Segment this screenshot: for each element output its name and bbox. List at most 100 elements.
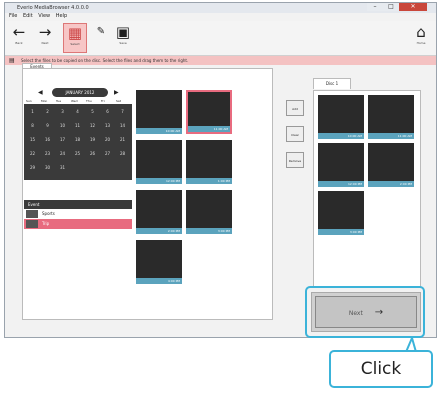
calendar-day[interactable]: 10 [56, 121, 69, 131]
tab-disc[interactable]: Disc 1 [313, 78, 351, 89]
menu-file[interactable]: File [9, 13, 17, 19]
video-thumbnail[interactable]: 11:00 AM [186, 90, 232, 134]
calendar-day[interactable]: 11 [71, 121, 84, 131]
click-callout: Click [329, 350, 433, 388]
menu-help[interactable]: Help [56, 13, 67, 19]
calendar-day[interactable]: 8 [26, 121, 39, 131]
remove-button[interactable]: Remove [286, 152, 304, 168]
video-thumbnail[interactable]: 12:00 PM [136, 140, 182, 184]
weekday: Wed [71, 99, 78, 103]
close-button[interactable]: ✕ [399, 3, 427, 11]
prev-month-button[interactable]: ◀ [38, 89, 43, 96]
calendar-day[interactable]: 5 [86, 107, 99, 117]
event-thumbnail [26, 220, 38, 228]
disc-panel: 10:00 AM 11:00 AM 12:00 PM 2:00 PM 3:00 … [313, 90, 421, 288]
video-thumbnail[interactable]: 4:00 PM [136, 240, 182, 284]
home-button[interactable]: ⌂ Home [409, 23, 433, 53]
transfer-controls: Add Clear Remove [286, 100, 304, 180]
calendar-header: ◀ JANUARY 2012 ▶ [24, 86, 132, 100]
calendar-day[interactable]: 19 [86, 135, 99, 145]
back-button[interactable]: ← Back [7, 23, 31, 53]
event-list-header: Event [24, 200, 132, 209]
calendar-day[interactable]: 24 [56, 149, 69, 159]
thumbnail-grid: 10:00 AM 11:00 AM 12:00 PM 1:00 PM 2:00 … [134, 86, 264, 318]
info-icon: ▤ [9, 57, 15, 64]
video-thumbnail[interactable]: 3:00 PM [186, 190, 232, 234]
calendar-day[interactable]: 15 [26, 135, 39, 145]
next-month-button[interactable]: ▶ [114, 89, 119, 96]
calendar-day[interactable]: 6 [101, 107, 114, 117]
event-list: Event Sports Trip [24, 200, 132, 314]
calendar-day[interactable]: 13 [101, 121, 114, 131]
calendar-day[interactable]: 14 [116, 121, 129, 131]
thumbnail-time: 4:00 PM [136, 278, 182, 284]
maximize-button[interactable]: □ [383, 3, 399, 11]
title-bar: Everio MediaBrowser 4.0.0.0 – □ ✕ [5, 3, 436, 13]
menu-view[interactable]: View [38, 13, 50, 19]
video-thumbnail[interactable]: 1:00 PM [186, 140, 232, 184]
disc-thumbnail[interactable]: 2:00 PM [368, 143, 414, 187]
calendar-day[interactable]: 21 [116, 135, 129, 145]
calendar-day[interactable] [101, 163, 114, 173]
thumbnail-time: 11:00 AM [188, 126, 230, 132]
back-label: Back [15, 41, 23, 45]
menu-bar: File Edit View Help [5, 13, 436, 21]
calendar-day[interactable]: 22 [26, 149, 39, 159]
highlight-frame [305, 286, 425, 338]
save-button[interactable]: ▣ Save [111, 23, 135, 53]
list-item[interactable]: Sports [24, 209, 132, 219]
calendar-day[interactable]: 9 [41, 121, 54, 131]
calendar-day[interactable]: 27 [101, 149, 114, 159]
calendar-day[interactable]: 12 [86, 121, 99, 131]
thumbnail-time: 10:00 AM [318, 133, 364, 139]
calendar-day[interactable]: 23 [41, 149, 54, 159]
calendar-day[interactable]: 20 [101, 135, 114, 145]
calendar-day[interactable]: 26 [86, 149, 99, 159]
calendar-day[interactable]: 29 [26, 163, 39, 173]
calendar-day[interactable] [86, 163, 99, 173]
add-button[interactable]: Add [286, 100, 304, 116]
calendar-day[interactable] [116, 163, 129, 173]
select-icon: ▦ [67, 24, 83, 42]
edit-button[interactable]: ✎ [89, 23, 113, 53]
disc-save-icon: ▣ [115, 23, 131, 41]
arrow-right-icon: → [38, 23, 52, 41]
menu-edit[interactable]: Edit [23, 13, 33, 19]
calendar-day[interactable]: 17 [56, 135, 69, 145]
calendar-day[interactable]: 25 [71, 149, 84, 159]
calendar-day[interactable]: 7 [116, 107, 129, 117]
next-toolbar-button[interactable]: → Next [33, 23, 57, 53]
list-item[interactable]: Trip [24, 219, 132, 229]
calendar-day[interactable]: 31 [56, 163, 69, 173]
calendar-day[interactable]: 2 [41, 107, 54, 117]
disc-thumbnail[interactable]: 11:00 AM [368, 95, 414, 139]
minimize-button[interactable]: – [367, 3, 383, 11]
event-label: Trip [42, 221, 50, 226]
calendar-day[interactable]: 30 [41, 163, 54, 173]
thumbnail-time: 11:00 AM [368, 133, 414, 139]
thumbnail-time: 3:00 PM [318, 229, 364, 235]
calendar-day[interactable]: 28 [116, 149, 129, 159]
thumbnail-time: 2:00 PM [136, 228, 182, 234]
video-thumbnail[interactable]: 2:00 PM [136, 190, 182, 234]
calendar-day[interactable]: 4 [71, 107, 84, 117]
calendar-grid: 1 2 3 4 5 6 7 8 9 10 11 12 13 14 15 16 17 18 19 20 21 22 23 24 2… [24, 104, 132, 180]
clear-button[interactable]: Clear [286, 126, 304, 142]
calendar-day[interactable]: 18 [71, 135, 84, 145]
select-button[interactable]: ▦ Select [63, 23, 87, 53]
calendar-day[interactable] [71, 163, 84, 173]
disc-thumbnail[interactable]: 12:00 PM [318, 143, 364, 187]
disc-thumbnail[interactable]: 10:00 AM [318, 95, 364, 139]
calendar-day[interactable]: 3 [56, 107, 69, 117]
next-label: Next [41, 41, 49, 45]
disc-thumbnail[interactable]: 3:00 PM [318, 191, 364, 235]
calendar-day[interactable]: 16 [41, 135, 54, 145]
info-bar: ▤ Select the files to be copied on the d… [5, 56, 436, 65]
weekday: Sat [116, 99, 121, 103]
window-title: Everio MediaBrowser 4.0.0.0 [17, 5, 89, 11]
weekday: Fri [101, 99, 105, 103]
video-thumbnail[interactable]: 10:00 AM [136, 90, 182, 134]
calendar-day[interactable]: 1 [26, 107, 39, 117]
home-label: Home [416, 41, 426, 45]
save-label: Save [119, 41, 127, 45]
